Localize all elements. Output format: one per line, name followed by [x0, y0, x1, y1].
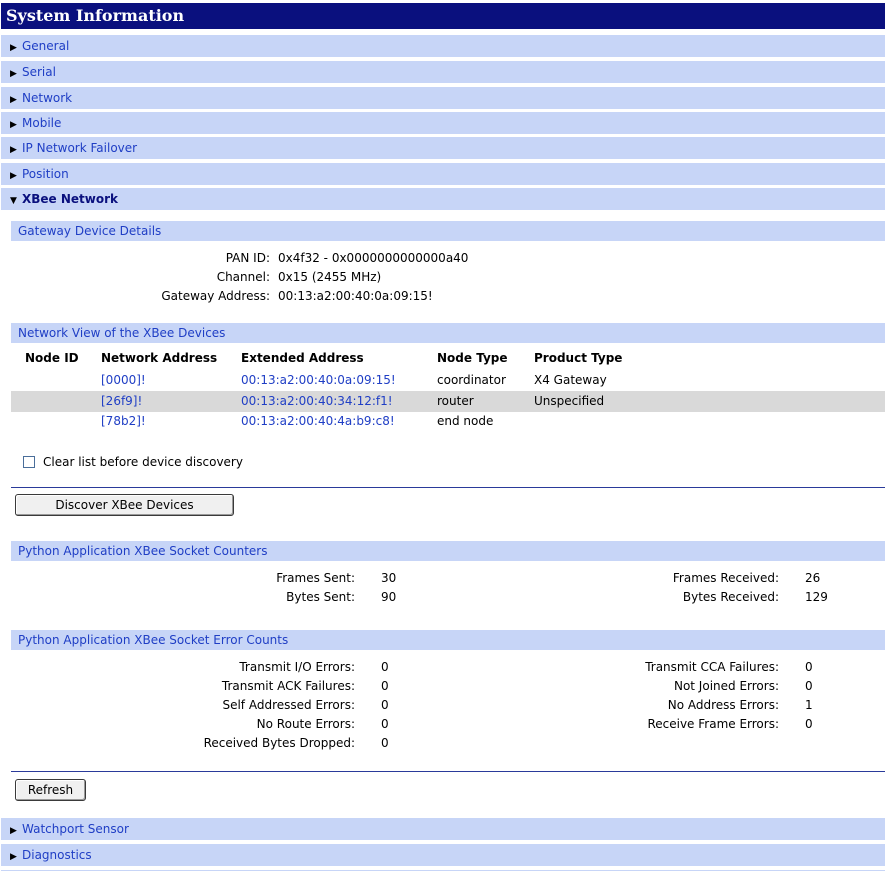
gateway-details-heading: Gateway Device Details [11, 221, 885, 241]
error-label: Self Addressed Errors: [222, 698, 355, 712]
node-type: router [437, 394, 474, 408]
section-label: Serial [22, 65, 56, 79]
error-label: Transmit CCA Failures: [645, 660, 779, 674]
column-header-product-type: Product Type [534, 351, 623, 365]
bytes-received-label: Bytes Received: [682, 590, 779, 604]
section-xbee-network[interactable]: ▼ XBee Network [1, 188, 885, 210]
frames-sent-value: 30 [381, 571, 397, 585]
error-label: Received Bytes Dropped: [203, 736, 355, 750]
error-label: No Route Errors: [256, 717, 355, 731]
triangle-right-icon: ▶ [10, 171, 17, 181]
system-information-panel: System Information ▶ General ▶ Serial ▶ Net… [0, 0, 885, 875]
error-value: 0 [381, 698, 389, 712]
triangle-right-icon: ▶ [10, 145, 17, 155]
column-header-node-id: Node ID [25, 351, 79, 365]
error-label: Transmit ACK Failures: [221, 679, 355, 693]
network-address-link[interactable]: [78b2]! [101, 414, 146, 428]
error-value: 0 [381, 717, 389, 731]
column-header-network-address: Network Address [101, 351, 218, 365]
error-label: Not Joined Errors: [673, 679, 779, 693]
error-value: 0 [381, 660, 389, 674]
socket-error-counts-heading: Python Application XBee Socket Error Cou… [11, 630, 885, 650]
triangle-down-icon: ▼ [10, 196, 17, 206]
divider [11, 487, 885, 488]
error-value: 0 [805, 660, 813, 674]
section-label: IP Network Failover [22, 141, 138, 155]
triangle-right-icon: ▶ [10, 852, 17, 862]
extended-address-link[interactable]: 00:13:a2:00:40:34:12:f1! [241, 394, 393, 408]
network-view-heading: Network View of the XBee Devices [11, 323, 885, 343]
error-value: 0 [381, 679, 389, 693]
section-label: General [22, 39, 70, 53]
frames-received-label: Frames Received: [672, 571, 779, 585]
product-type: Unspecified [534, 394, 605, 408]
product-type: X4 Gateway [534, 373, 607, 387]
channel-label: Channel: [216, 270, 270, 284]
network-address-link[interactable]: [0000]! [101, 373, 146, 387]
section-label: Diagnostics [22, 848, 92, 862]
section-network[interactable]: ▶ Network [1, 87, 885, 109]
section-label: Network [22, 91, 73, 105]
error-label: Receive Frame Errors: [647, 717, 779, 731]
bottom-divider [1, 870, 885, 871]
section-general[interactable]: ▶ General [1, 35, 885, 57]
section-label: Watchport Sensor [22, 822, 129, 836]
gateway-address-value: 00:13:a2:00:40:0a:09:15! [278, 289, 433, 303]
triangle-right-icon: ▶ [10, 95, 17, 105]
pan-id-value: 0x4f32 - 0x0000000000000a40 [278, 251, 469, 265]
column-header-extended-address: Extended Address [241, 351, 364, 365]
section-position[interactable]: ▶ Position [1, 163, 885, 185]
node-type: coordinator [437, 373, 506, 387]
section-diagnostics[interactable]: ▶ Diagnostics [1, 844, 885, 866]
section-label: Position [22, 167, 69, 181]
gateway-address-label: Gateway Address: [161, 289, 270, 303]
extended-address-link[interactable]: 00:13:a2:00:40:4a:b9:c8! [241, 414, 395, 428]
triangle-right-icon: ▶ [10, 43, 17, 53]
bytes-received-value: 129 [805, 590, 828, 604]
error-value: 0 [381, 736, 389, 750]
section-ip-network-failover[interactable]: ▶ IP Network Failover [1, 137, 885, 159]
socket-counters-heading: Python Application XBee Socket Counters [11, 541, 885, 561]
triangle-right-icon: ▶ [10, 120, 17, 130]
triangle-right-icon: ▶ [10, 826, 17, 836]
extended-address-link[interactable]: 00:13:a2:00:40:0a:09:15! [241, 373, 396, 387]
clear-list-checkbox[interactable] [23, 456, 35, 468]
error-label: Transmit I/O Errors: [239, 660, 355, 674]
pan-id-label: PAN ID: [225, 251, 270, 265]
bytes-sent-value: 90 [381, 590, 397, 604]
section-serial[interactable]: ▶ Serial [1, 61, 885, 83]
error-value: 1 [805, 698, 813, 712]
divider [11, 771, 885, 772]
error-value: 0 [805, 679, 813, 693]
page-title: System Information [1, 3, 885, 29]
node-type: end node [437, 414, 494, 428]
section-label: XBee Network [22, 192, 118, 206]
refresh-button[interactable]: Refresh [15, 779, 86, 801]
section-mobile[interactable]: ▶ Mobile [1, 112, 885, 134]
column-header-node-type: Node Type [437, 351, 508, 365]
bytes-sent-label: Bytes Sent: [286, 590, 355, 604]
triangle-right-icon: ▶ [10, 69, 17, 79]
channel-value: 0x15 (2455 MHz) [278, 270, 382, 284]
discover-xbee-devices-button[interactable]: Discover XBee Devices [15, 494, 234, 516]
network-address-link[interactable]: [26f9]! [101, 394, 142, 408]
section-label: Mobile [22, 116, 62, 130]
error-value: 0 [805, 717, 813, 731]
frames-sent-label: Frames Sent: [276, 571, 355, 585]
error-label: No Address Errors: [667, 698, 779, 712]
frames-received-value: 26 [805, 571, 821, 585]
section-watchport-sensor[interactable]: ▶ Watchport Sensor [1, 818, 885, 840]
clear-list-label: Clear list before device discovery [43, 455, 243, 469]
